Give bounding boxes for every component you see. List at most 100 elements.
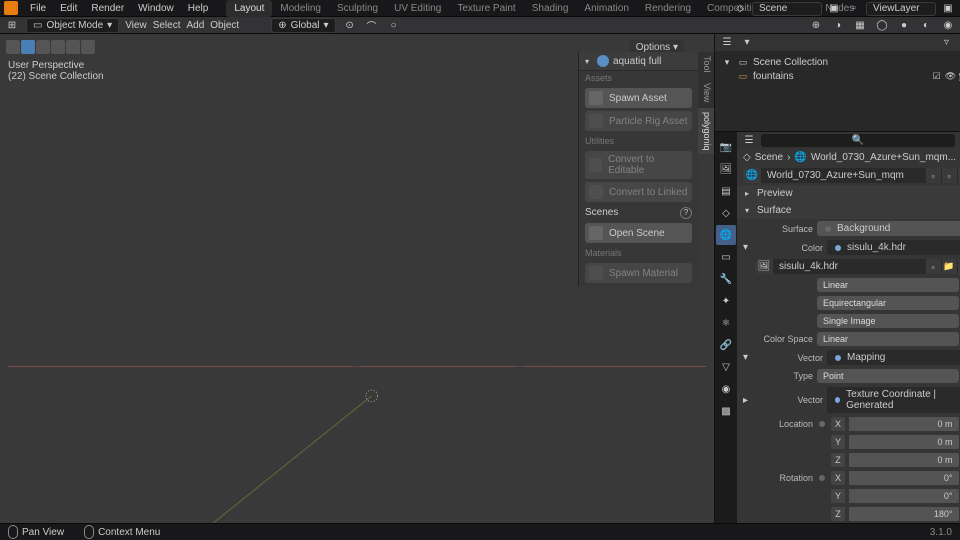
ptab-texture[interactable]: ▩ <box>716 401 736 421</box>
shading-wire-icon[interactable]: ◯ <box>874 17 890 33</box>
spawn-asset-button[interactable]: Spawn Asset <box>585 88 692 108</box>
scene-browse-icon[interactable]: ▣ <box>826 1 842 17</box>
eye-icon[interactable]: 👁 <box>945 70 957 82</box>
link-icon[interactable] <box>819 421 825 427</box>
properties-search[interactable]: 🔍 <box>761 134 955 147</box>
ptab-data[interactable]: ▽ <box>716 357 736 377</box>
ptab-object[interactable]: ▭ <box>716 247 736 267</box>
menu-help[interactable]: Help <box>182 1 215 16</box>
mapping-type-select[interactable]: Point <box>817 369 959 383</box>
convert-editable-button[interactable]: Convert to Editable <box>585 151 692 179</box>
tool-select-box[interactable] <box>21 40 35 54</box>
unlink-image-button[interactable]: ✕ <box>957 259 960 274</box>
tab-texpaint[interactable]: Texture Paint <box>449 0 523 17</box>
colorspace-select[interactable]: Linear <box>817 332 959 346</box>
image-name-field[interactable]: sisulu_4k.hdr <box>773 259 925 274</box>
spawn-material-button[interactable]: Spawn Material <box>585 263 692 283</box>
help-icon[interactable]: ? <box>680 207 692 219</box>
menu-select[interactable]: Select <box>153 20 181 31</box>
shading-matprev-icon[interactable]: ◐ <box>918 17 934 33</box>
rotation-y-field[interactable]: 0° <box>849 489 959 503</box>
open-scene-button[interactable]: Open Scene <box>585 223 692 243</box>
gizmo-icon[interactable]: ⊕ <box>808 17 824 33</box>
vtab-polygoniq[interactable]: polygoniq <box>698 108 714 155</box>
crumb-world[interactable]: World_0730_Azure+Sun_mqm... <box>811 152 956 163</box>
tool-scale[interactable] <box>66 40 80 54</box>
tool-transform[interactable] <box>81 40 95 54</box>
world-name-field[interactable]: World_0730_Azure+Sun_mqm <box>761 168 925 183</box>
menu-render[interactable]: Render <box>85 1 130 16</box>
tab-layout[interactable]: Layout <box>226 0 272 17</box>
outliner-item-fountains[interactable]: ▭ fountains ☑ 👁 📷 <box>719 69 960 83</box>
location-x-field[interactable]: 0 m <box>849 417 959 431</box>
menu-edit[interactable]: Edit <box>54 1 83 16</box>
tab-shading[interactable]: Shading <box>524 0 577 17</box>
rotation-z-field[interactable]: 180° <box>849 507 959 521</box>
rotation-x-field[interactable]: 0° <box>849 471 959 485</box>
tool-cursor[interactable] <box>6 40 20 54</box>
shading-rendered-icon[interactable]: ◉ <box>940 17 956 33</box>
link-icon[interactable] <box>819 475 825 481</box>
tab-modeling[interactable]: Modeling <box>272 0 329 17</box>
pivot-icon[interactable]: ⊙ <box>342 17 358 33</box>
tab-sculpting[interactable]: Sculpting <box>329 0 386 17</box>
ptab-viewlayer[interactable]: ▤ <box>716 181 736 201</box>
viewlayer-browse-icon[interactable]: ▣ <box>940 1 956 17</box>
npanel-header[interactable]: ▾ aquatiq full <box>579 52 698 71</box>
chevron-right-icon[interactable]: ▸ <box>743 395 749 406</box>
editor-type-icon[interactable]: ⊞ <box>4 17 20 33</box>
tab-animation[interactable]: Animation <box>576 0 636 17</box>
chevron-down-icon[interactable]: ▾ <box>743 242 749 253</box>
image-icon[interactable]: 🖼 <box>755 259 773 274</box>
mode-selector[interactable]: ▭ Object Mode ▾ <box>26 18 119 33</box>
display-mode-icon[interactable]: ▾ <box>739 35 755 51</box>
outliner-tree[interactable]: ▾ ▭ Scene Collection ▭ fountains ☑ 👁 📷 <box>715 51 960 131</box>
menu-window[interactable]: Window <box>132 1 180 16</box>
xray-icon[interactable]: ▦ <box>852 17 868 33</box>
color-input-select[interactable]: sisulu_4k.hdr <box>827 240 960 255</box>
new-world-button[interactable]: ▫ <box>925 168 941 183</box>
3d-viewport[interactable]: User Perspective (22) Scene Collection O… <box>0 34 714 523</box>
editor-type-icon[interactable]: ☰ <box>719 35 735 51</box>
tab-rendering[interactable]: Rendering <box>637 0 699 17</box>
particle-rig-button[interactable]: Particle Rig Asset <box>585 111 692 131</box>
ptab-world[interactable]: 🌐 <box>716 225 736 245</box>
world-icon[interactable]: 🌐 <box>743 168 761 183</box>
vtab-tool[interactable]: Tool <box>698 52 714 77</box>
ptab-scene[interactable]: ◇ <box>716 203 736 223</box>
tool-move[interactable] <box>36 40 50 54</box>
ptab-modifier[interactable]: 🔧 <box>716 269 736 289</box>
source-select[interactable]: Single Image <box>817 314 959 328</box>
crumb-scene[interactable]: Scene <box>755 152 783 163</box>
snap-icon[interactable]: ⌒ <box>364 17 380 33</box>
convert-linked-button[interactable]: Convert to Linked <box>585 182 692 202</box>
location-y-field[interactable]: 0 m <box>849 435 959 449</box>
surface-panel-header[interactable]: ▾ Surface <box>737 202 960 219</box>
tab-uv[interactable]: UV Editing <box>386 0 449 17</box>
interpolation-select[interactable]: Linear <box>817 278 959 292</box>
menu-object[interactable]: Object <box>210 20 239 31</box>
exclude-icon[interactable]: ☑ <box>931 70 943 82</box>
menu-file[interactable]: File <box>24 1 52 16</box>
location-z-field[interactable]: 0 m <box>849 453 959 467</box>
vector2-input-select[interactable]: Texture Coordinate | Generated <box>827 387 960 413</box>
ptab-render[interactable]: 📷 <box>716 137 736 157</box>
tool-rotate[interactable] <box>51 40 65 54</box>
unlink-world-button[interactable]: ✕ <box>957 168 960 183</box>
ptab-physics[interactable]: ⚛ <box>716 313 736 333</box>
surface-shader-select[interactable]: Background <box>817 221 960 236</box>
open-image-button[interactable]: 📁 <box>941 259 957 274</box>
proportional-icon[interactable]: ○ <box>386 17 402 33</box>
editor-type-icon[interactable]: ☰ <box>741 133 757 149</box>
vector-input-select[interactable]: Mapping <box>827 350 960 365</box>
filter-icon[interactable]: ▿ <box>939 35 955 51</box>
ptab-constraints[interactable]: 🔗 <box>716 335 736 355</box>
viewlayer-field[interactable]: ViewLayer <box>866 2 936 16</box>
ptab-material[interactable]: ◉ <box>716 379 736 399</box>
overlays-icon[interactable]: ◑ <box>830 17 846 33</box>
duplicate-world-button[interactable]: ▫ <box>941 168 957 183</box>
new-image-button[interactable]: ▫ <box>925 259 941 274</box>
shading-solid-icon[interactable]: ● <box>896 17 912 33</box>
outliner-root[interactable]: ▾ ▭ Scene Collection <box>719 55 960 69</box>
ptab-particles[interactable]: ✦ <box>716 291 736 311</box>
